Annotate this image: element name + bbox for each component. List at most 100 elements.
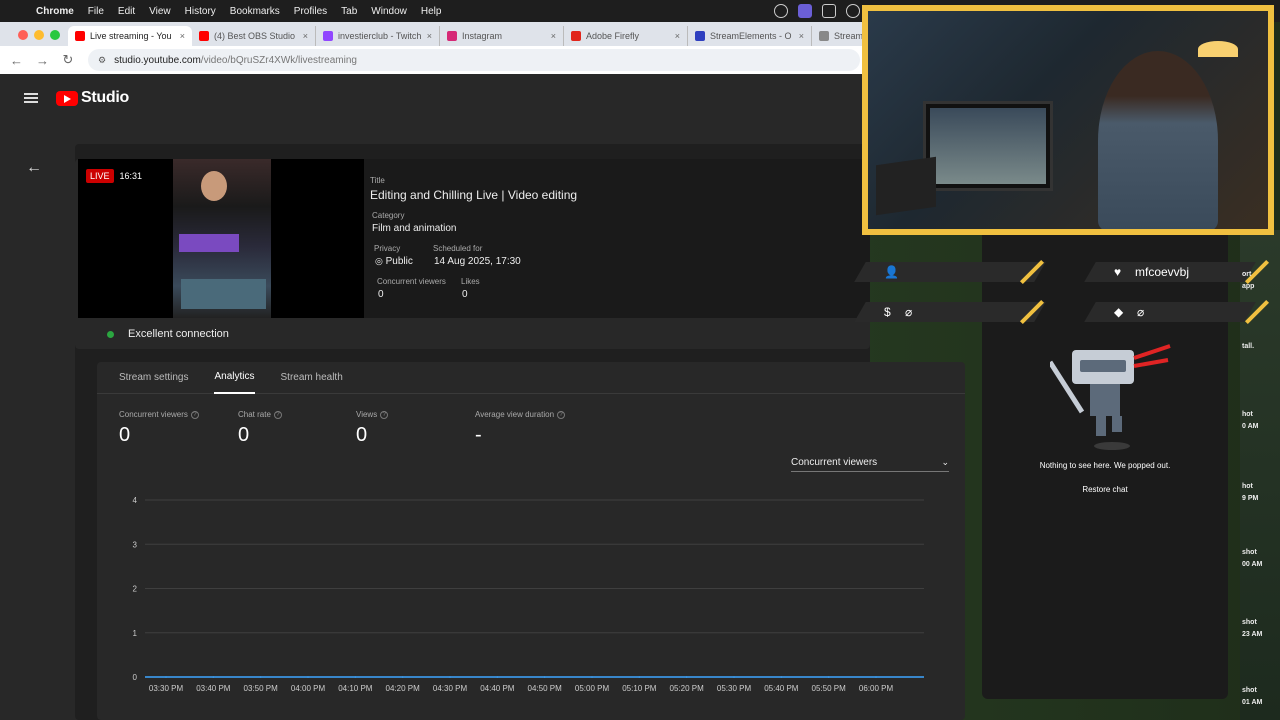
heart-icon: ♥ xyxy=(1114,265,1122,279)
data-point xyxy=(449,676,451,678)
twitch-icon xyxy=(323,31,333,41)
preview-timeline xyxy=(179,234,239,252)
browser-window: Live streaming - You × (4) Best OBS Studio… xyxy=(0,22,965,720)
browser-tab[interactable]: StreamElements - O × xyxy=(688,26,812,46)
back-arrow-icon[interactable]: ← xyxy=(26,159,42,177)
studio-header: Studio xyxy=(0,74,870,122)
close-tab-icon[interactable]: × xyxy=(180,31,185,41)
desktop-file-label: app xyxy=(1242,283,1255,290)
grid-icon[interactable] xyxy=(822,4,836,18)
stream-card: LIVE 16:31 Title Editing and Chilling Li… xyxy=(75,159,870,349)
menu-window[interactable]: Window xyxy=(371,6,407,17)
x-tick-label: 05:10 PM xyxy=(622,684,657,693)
data-point xyxy=(591,676,593,678)
y-tick-label: 3 xyxy=(133,540,138,549)
data-point xyxy=(780,676,783,678)
alert-tip-value: ⌀ xyxy=(904,305,912,319)
globe-icon: ◎ xyxy=(375,256,383,266)
preview-editor xyxy=(181,279,266,309)
status-icon[interactable] xyxy=(774,4,788,18)
browser-tab[interactable]: Adobe Firefly × xyxy=(564,26,688,46)
x-tick-label: 05:20 PM xyxy=(670,684,705,693)
data-point xyxy=(543,676,546,678)
browser-tab[interactable]: (4) Best OBS Studio × xyxy=(192,26,316,46)
close-tab-icon[interactable]: × xyxy=(675,31,680,41)
tab-analytics[interactable]: Analytics xyxy=(214,362,255,394)
minimize-window-button[interactable] xyxy=(34,30,44,40)
tab-title: investierclub - Twitch xyxy=(338,31,422,41)
data-point xyxy=(638,676,641,678)
desktop-file-label: shot xyxy=(1242,619,1257,626)
dollar-icon: $ xyxy=(884,305,891,319)
desktop-file-label: hot xyxy=(1242,483,1253,490)
data-point xyxy=(212,676,215,678)
menu-icon[interactable] xyxy=(24,93,38,103)
close-tab-icon[interactable]: × xyxy=(303,31,308,41)
likes-label: Likes xyxy=(461,277,480,286)
metric-dropdown[interactable]: Concurrent viewers ⌄ xyxy=(791,454,949,472)
webcam-monitor xyxy=(923,101,1053,191)
menu-view[interactable]: View xyxy=(149,6,171,17)
stat-label: Chat rate xyxy=(238,410,271,419)
play-icon[interactable] xyxy=(846,4,860,18)
menu-bookmarks[interactable]: Bookmarks xyxy=(230,6,280,17)
menu-app-name[interactable]: Chrome xyxy=(36,6,74,17)
analytics-card: Stream settings Analytics Stream health … xyxy=(97,362,965,720)
youtube-icon xyxy=(199,31,209,41)
menu-help[interactable]: Help xyxy=(421,6,442,17)
menu-edit[interactable]: Edit xyxy=(118,6,135,17)
connection-dot-icon xyxy=(107,330,114,338)
browser-tab[interactable]: Instagram × xyxy=(440,26,564,46)
menu-history[interactable]: History xyxy=(185,6,216,17)
close-tab-icon[interactable]: × xyxy=(799,31,804,41)
back-icon[interactable]: ← xyxy=(10,53,23,68)
restore-chat-button[interactable]: Restore chat xyxy=(1060,485,1150,494)
chevron-down-icon: ⌄ xyxy=(941,457,949,467)
close-window-button[interactable] xyxy=(18,30,28,40)
address-bar[interactable]: ⚙ studio.youtube.com/video/bQruSZr4XWk/l… xyxy=(88,49,860,71)
concurrent-label: Concurrent viewers xyxy=(377,277,446,286)
adobe-icon xyxy=(571,31,581,41)
tab-stream-settings[interactable]: Stream settings xyxy=(119,362,188,394)
alert-tip: $ ⌀ xyxy=(854,302,1046,322)
tab-stream-health[interactable]: Stream health xyxy=(281,362,343,394)
alert-diamond: ◆ ⌀ xyxy=(1084,302,1256,322)
alert-heart-value: mfcoevvbj xyxy=(1135,265,1190,279)
help-icon[interactable]: ? xyxy=(557,410,566,419)
desktop-file-label: shot xyxy=(1242,687,1257,694)
stat-value: 0 xyxy=(356,424,368,446)
desktop-file-label: ort xyxy=(1242,271,1252,278)
forward-icon[interactable]: → xyxy=(36,53,49,68)
stat-value: - xyxy=(475,424,482,446)
data-point xyxy=(401,676,404,678)
help-icon[interactable]: ? xyxy=(380,410,389,419)
webcam-overlay xyxy=(862,5,1274,235)
close-tab-icon[interactable]: × xyxy=(427,31,432,41)
category-label: Category xyxy=(372,211,405,220)
menu-profiles[interactable]: Profiles xyxy=(294,6,327,17)
reload-icon[interactable]: ↻ xyxy=(62,52,74,68)
y-tick-label: 0 xyxy=(133,673,138,682)
data-point xyxy=(875,676,877,678)
help-icon[interactable]: ? xyxy=(273,410,282,419)
data-point xyxy=(827,676,830,678)
screen-share-icon[interactable] xyxy=(798,4,812,18)
menu-tab[interactable]: Tab xyxy=(341,6,357,17)
zoom-window-button[interactable] xyxy=(50,30,60,40)
studio-logo[interactable]: Studio xyxy=(56,89,129,107)
data-point xyxy=(307,676,309,678)
help-icon[interactable]: ? xyxy=(190,410,199,419)
browser-tab[interactable]: investierclub - Twitch × xyxy=(316,26,440,46)
site-info-icon[interactable]: ⚙ xyxy=(98,55,106,66)
stat-label: Concurrent viewers xyxy=(119,410,188,419)
desktop-file-label: 0 AM xyxy=(1242,423,1259,430)
browser-tab[interactable]: Live streaming - You × xyxy=(68,26,192,46)
data-point xyxy=(496,676,499,678)
live-duration: 16:31 xyxy=(119,171,143,181)
stream-preview[interactable]: LIVE 16:31 xyxy=(78,159,364,318)
close-tab-icon[interactable]: × xyxy=(551,31,556,41)
stat-chat-rate: Chat rate? 0 xyxy=(238,410,282,447)
x-tick-label: 04:40 PM xyxy=(480,684,515,693)
menu-file[interactable]: File xyxy=(88,6,104,17)
stat-value: 0 xyxy=(119,424,131,446)
